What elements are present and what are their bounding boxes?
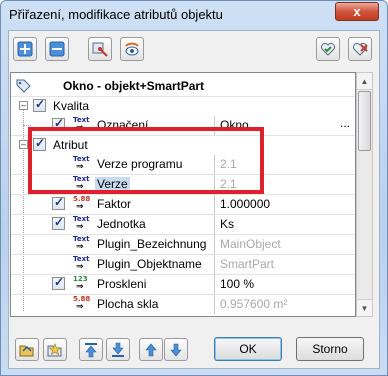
- text-type-icon: Text ⇒: [73, 255, 90, 272]
- item-value: SmartPart: [220, 257, 275, 271]
- view-attributes-button[interactable]: [120, 37, 144, 61]
- title-bar[interactable]: Přiřazení, modifikace atributů objektu x: [1, 1, 387, 31]
- text-type-icon: Text ⇒: [73, 235, 90, 252]
- check-icon: ✓: [54, 215, 65, 229]
- scroll-up-icon[interactable]: ▲: [357, 73, 372, 90]
- arrow-down-icon: [170, 343, 182, 357]
- item-label: Plocha skla: [97, 297, 159, 311]
- integer-type-icon: 123 ⇒: [73, 275, 88, 292]
- favorite-add-button[interactable]: [316, 37, 340, 61]
- item-checkbox[interactable]: ✓: [52, 215, 65, 230]
- remove-button[interactable]: [45, 37, 69, 61]
- item-value[interactable]: 1.000000: [220, 197, 270, 211]
- eye-icon: [125, 42, 139, 56]
- column-separator: [214, 255, 215, 274]
- cancel-button[interactable]: Storno: [296, 337, 364, 361]
- item-value: MainObject: [220, 237, 281, 251]
- tree-item-plugin-bezeichnung[interactable]: Text ⇒ Plugin_Bezeichnung MainObject: [11, 235, 355, 254]
- item-value: 0.957600 m²: [220, 297, 288, 311]
- highlight-annotation: [28, 127, 264, 194]
- close-button[interactable]: x: [335, 2, 379, 21]
- vertical-scrollbar[interactable]: ▲ ▼: [356, 72, 373, 317]
- item-label: Plugin_Bezeichnung: [97, 237, 207, 251]
- item-label: Faktor: [97, 197, 132, 211]
- tree-item-plocha-skla[interactable]: 5.88 ⇒ Plocha skla 0.957600 m²: [11, 295, 355, 314]
- item-value[interactable]: Ks: [220, 217, 234, 231]
- tree-group-kvalita[interactable]: – ✓ Kvalita: [11, 97, 355, 116]
- eyedropper-icon: [92, 42, 108, 57]
- star-folder-icon: [47, 343, 62, 357]
- collapse-icon[interactable]: –: [19, 140, 28, 149]
- column-separator: [214, 195, 215, 214]
- scrollbar-thumb[interactable]: [358, 91, 371, 151]
- float-type-icon: 5.88 ⇒: [73, 195, 91, 212]
- scroll-down-icon[interactable]: ▼: [357, 299, 372, 316]
- move-bottom-icon: [112, 342, 124, 357]
- move-down-button[interactable]: [164, 338, 188, 361]
- window-title: Přiřazení, modifikace atributů objektu: [9, 7, 223, 22]
- tree-item-plugin-objektname[interactable]: Text ⇒ Plugin_Objektname SmartPart: [11, 255, 355, 274]
- arrow-up-icon: [145, 343, 157, 357]
- item-label: Proskleni: [97, 277, 147, 291]
- item-label: Plugin_Objektname: [97, 257, 202, 271]
- heart-cross-icon: [352, 42, 368, 56]
- attribute-tree[interactable]: Okno - objekt+SmartPart – ✓ Kvalita ✓ Te…: [10, 72, 356, 317]
- column-separator: [214, 295, 215, 314]
- column-separator: [214, 215, 215, 234]
- collapse-icon[interactable]: –: [19, 101, 28, 110]
- folder-open-icon: [19, 345, 34, 357]
- tree-item-proskleni[interactable]: ✓ 123 ⇒ Proskleni 100 %: [11, 275, 355, 294]
- tree-root-row[interactable]: Okno - objekt+SmartPart: [11, 77, 355, 96]
- check-icon: ✓: [35, 97, 46, 111]
- add-button[interactable]: [13, 37, 37, 61]
- browse-button[interactable]: ...: [337, 117, 353, 133]
- heart-check-icon: [320, 42, 336, 56]
- plus-icon: [17, 41, 33, 57]
- item-checkbox[interactable]: ✓: [52, 275, 65, 290]
- open-button[interactable]: [15, 338, 39, 361]
- pick-attributes-button[interactable]: [88, 37, 112, 61]
- favorite-remove-button[interactable]: [348, 37, 372, 61]
- move-bottom-button[interactable]: [106, 338, 130, 361]
- item-checkbox[interactable]: ✓: [52, 195, 65, 210]
- check-icon: ✓: [54, 275, 65, 289]
- move-top-button[interactable]: [79, 338, 103, 361]
- favorites-button[interactable]: [43, 338, 67, 361]
- item-value[interactable]: 100 %: [220, 277, 254, 291]
- item-label: Jednotka: [97, 217, 146, 231]
- column-separator: [214, 275, 215, 294]
- text-type-icon: Text ⇒: [73, 215, 90, 232]
- tree-item-faktor[interactable]: ✓ 5.88 ⇒ Faktor 1.000000: [11, 195, 355, 214]
- tree-line: [23, 125, 31, 126]
- group-checkbox[interactable]: ✓: [33, 97, 46, 112]
- minus-icon: [49, 41, 65, 57]
- tree-item-jednotka[interactable]: ✓ Text ⇒ Jednotka Ks: [11, 215, 355, 234]
- column-separator: [214, 235, 215, 254]
- root-label: Okno - objekt+SmartPart: [63, 79, 205, 93]
- move-up-button[interactable]: [139, 338, 163, 361]
- check-icon: ✓: [54, 195, 65, 209]
- group-label: Kvalita: [53, 99, 90, 113]
- ok-button[interactable]: OK: [214, 337, 282, 361]
- move-top-icon: [85, 343, 97, 358]
- tag-icon: [16, 79, 31, 93]
- float-type-icon: 5.88 ⇒: [73, 295, 91, 312]
